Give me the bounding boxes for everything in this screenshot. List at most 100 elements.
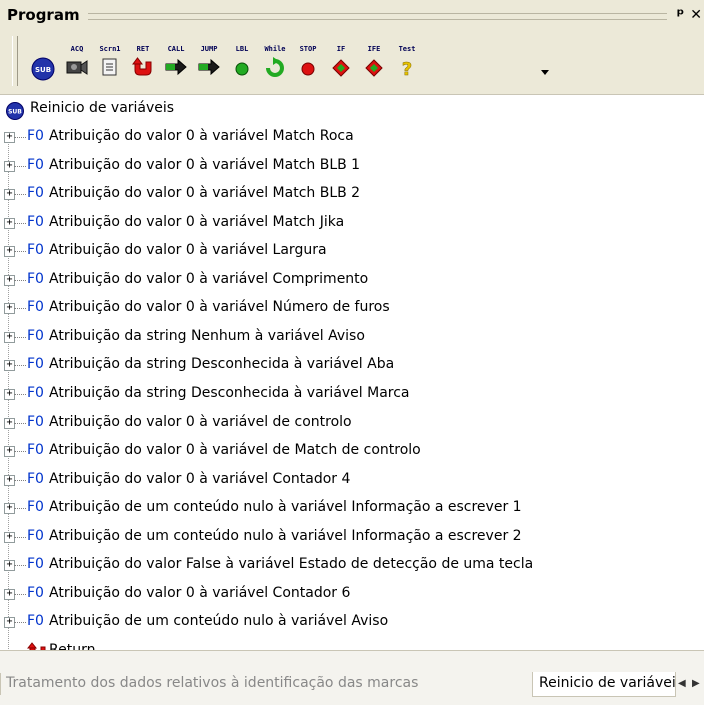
close-icon[interactable]: ✕	[690, 8, 702, 22]
tree-item[interactable]: + F0 Atribuição do valor 0 à variável Cont…	[0, 580, 704, 608]
tree-item[interactable]: + F0 Atribuição do valor 0 à variável de M…	[0, 437, 704, 465]
acq-button[interactable]: ACQ	[61, 36, 93, 88]
panel-title: Program	[7, 6, 80, 24]
item-prefix: F0	[27, 585, 44, 601]
pin-icon[interactable]: ᵖ	[677, 7, 685, 23]
tree-item[interactable]: + F0 Atribuição de um conteúdo nulo à vari…	[0, 523, 704, 551]
tree-connector	[14, 337, 26, 338]
tree-item[interactable]: + F0 Atribuição do valor 0 à variável Núme…	[0, 294, 704, 322]
tree-item[interactable]: + F0 Atribuição do valor 0 à variável Cont…	[0, 466, 704, 494]
item-prefix: F0	[27, 157, 44, 173]
item-prefix: F0	[27, 214, 44, 230]
tree-connector	[14, 223, 26, 224]
tree-item[interactable]: + F0 Atribuição do valor False à variável …	[0, 551, 704, 579]
tree-connector	[14, 565, 26, 566]
call-button[interactable]: CALL	[160, 36, 192, 88]
program-toolbar: SUB ACQ Scrn1 RET CALL JUMP LBL While ST…	[0, 30, 704, 95]
item-label: Atribuição do valor 0 à variável Match R…	[49, 128, 354, 144]
tree-connector	[14, 394, 26, 395]
lbl-button[interactable]: LBL	[226, 36, 258, 88]
item-prefix: F0	[27, 442, 44, 458]
tree-connector	[14, 280, 26, 281]
svg-text:?: ?	[402, 59, 412, 78]
ife-diamond-icon	[365, 59, 383, 77]
tree-item[interactable]: + F0 Atribuição da string Desconhecida à v…	[0, 351, 704, 379]
test-button[interactable]: Test ?	[391, 36, 423, 88]
if-button[interactable]: IF	[325, 36, 357, 88]
item-label: Atribuição do valor 0 à variável Match B…	[49, 157, 361, 173]
tree-item[interactable]: + F0 Atribuição do valor 0 à variável de c…	[0, 409, 704, 437]
title-bar-grip[interactable]	[87, 12, 667, 20]
tree-connector	[14, 594, 26, 595]
scroll-right-icon[interactable]: ▶	[692, 678, 700, 689]
label-dot-icon	[235, 62, 249, 76]
ret-button[interactable]: RET	[127, 36, 159, 88]
tab-reinicio-label: Reinicio de variáveis	[539, 675, 676, 691]
item-label: Atribuição do valor 0 à variável Largura	[49, 242, 327, 258]
while-button[interactable]: While	[259, 36, 291, 88]
item-label: Atribuição do valor False à variável Est…	[49, 556, 534, 572]
chevron-down-icon[interactable]	[541, 70, 549, 76]
item-prefix: F0	[27, 128, 44, 144]
tree-item[interactable]: + F0 Atribuição do valor 0 à variável Matc…	[0, 209, 704, 237]
item-prefix: F0	[27, 271, 44, 287]
tree-item[interactable]: + F0 Atribuição da string Nenhum à variáve…	[0, 323, 704, 351]
tree-item[interactable]: + F0 Atribuição do valor 0 à variável Matc…	[0, 152, 704, 180]
item-label: Atribuição do valor 0 à variável Contado…	[49, 471, 351, 487]
tab-separator	[0, 673, 1, 695]
while-loop-icon	[266, 57, 284, 77]
return-icon	[132, 57, 152, 76]
item-label: Atribuição da string Desconhecida à vari…	[49, 385, 410, 401]
tree-item[interactable]: + F0 Atribuição da string Desconhecida à v…	[0, 380, 704, 408]
ife-button[interactable]: IFE	[358, 36, 390, 88]
stop-icon	[301, 62, 315, 76]
jump-button[interactable]: JUMP	[193, 36, 225, 88]
tree-connector	[14, 508, 26, 509]
tree-item[interactable]: + F0 Atribuição do valor 0 à variável Matc…	[0, 180, 704, 208]
item-prefix: F0	[27, 242, 44, 258]
tree-item[interactable]: + F0 Atribuição de um conteúdo nulo à vari…	[0, 494, 704, 522]
if-diamond-icon	[332, 59, 350, 77]
panel-title-bar: Program ᵖ ✕	[0, 0, 704, 30]
tree-connector	[14, 194, 26, 195]
tree-item[interactable]: + F0 Atribuição do valor 0 à variável Larg…	[0, 237, 704, 265]
tree-connector	[14, 537, 26, 538]
item-label: Atribuição do valor 0 à variável de Matc…	[49, 442, 421, 458]
item-label: Atribuição do valor 0 à variável de cont…	[49, 414, 352, 430]
tree-item[interactable]: + F0 Atribuição do valor 0 à variável Matc…	[0, 123, 704, 151]
scrn1-button[interactable]: Scrn1	[94, 36, 126, 88]
item-label: Atribuição de um conteúdo nulo à variáve…	[49, 613, 389, 629]
sub-button[interactable]: SUB	[27, 36, 59, 88]
camera-icon	[66, 60, 88, 75]
tree-connector	[14, 365, 26, 366]
tree-connector	[14, 137, 26, 138]
item-prefix: F0	[27, 414, 44, 430]
tree-connector	[14, 451, 26, 452]
jump-arrow-icon	[198, 58, 220, 76]
tree-root-label: Reinicio de variáveis	[30, 100, 175, 116]
item-label: Atribuição de um conteúdo nulo à variáve…	[49, 499, 522, 515]
item-prefix: F0	[27, 556, 44, 572]
item-label: Atribuição do valor 0 à variável Comprim…	[49, 271, 369, 287]
item-label: Atribuição do valor 0 à variável Número …	[49, 299, 390, 315]
tree-item[interactable]: + F0 Atribuição do valor 0 à variável Comp…	[0, 266, 704, 294]
item-label: Atribuição de um conteúdo nulo à variáve…	[49, 528, 522, 544]
stop-button[interactable]: STOP	[292, 36, 324, 88]
tab-reinicio-active[interactable]: Reinicio de variáveis	[532, 672, 676, 697]
svg-text:SUB: SUB	[35, 66, 51, 74]
item-prefix: F0	[27, 185, 44, 201]
tab-tratamento[interactable]: Tratamento dos dados relativos à identif…	[6, 675, 418, 691]
screen-icon	[102, 58, 117, 76]
sub-icon: SUB	[31, 57, 55, 81]
item-prefix: F0	[27, 499, 44, 515]
item-label: Atribuição da string Nenhum à variável A…	[49, 328, 365, 344]
tree-connector	[14, 308, 26, 309]
document-tab-strip: Tratamento dos dados relativos à identif…	[0, 650, 704, 705]
item-label: Atribuição do valor 0 à variável Match B…	[49, 185, 361, 201]
call-arrow-icon	[165, 58, 187, 76]
toolbar-grip[interactable]	[12, 36, 18, 86]
tree-root[interactable]: SUB Reinicio de variáveis	[0, 95, 704, 123]
program-tree: SUB Reinicio de variáveis + F0 Atribuição …	[0, 95, 704, 659]
tree-item[interactable]: + F0 Atribuição de um conteúdo nulo à vari…	[0, 608, 704, 636]
scroll-left-icon[interactable]: ◀	[678, 678, 686, 689]
